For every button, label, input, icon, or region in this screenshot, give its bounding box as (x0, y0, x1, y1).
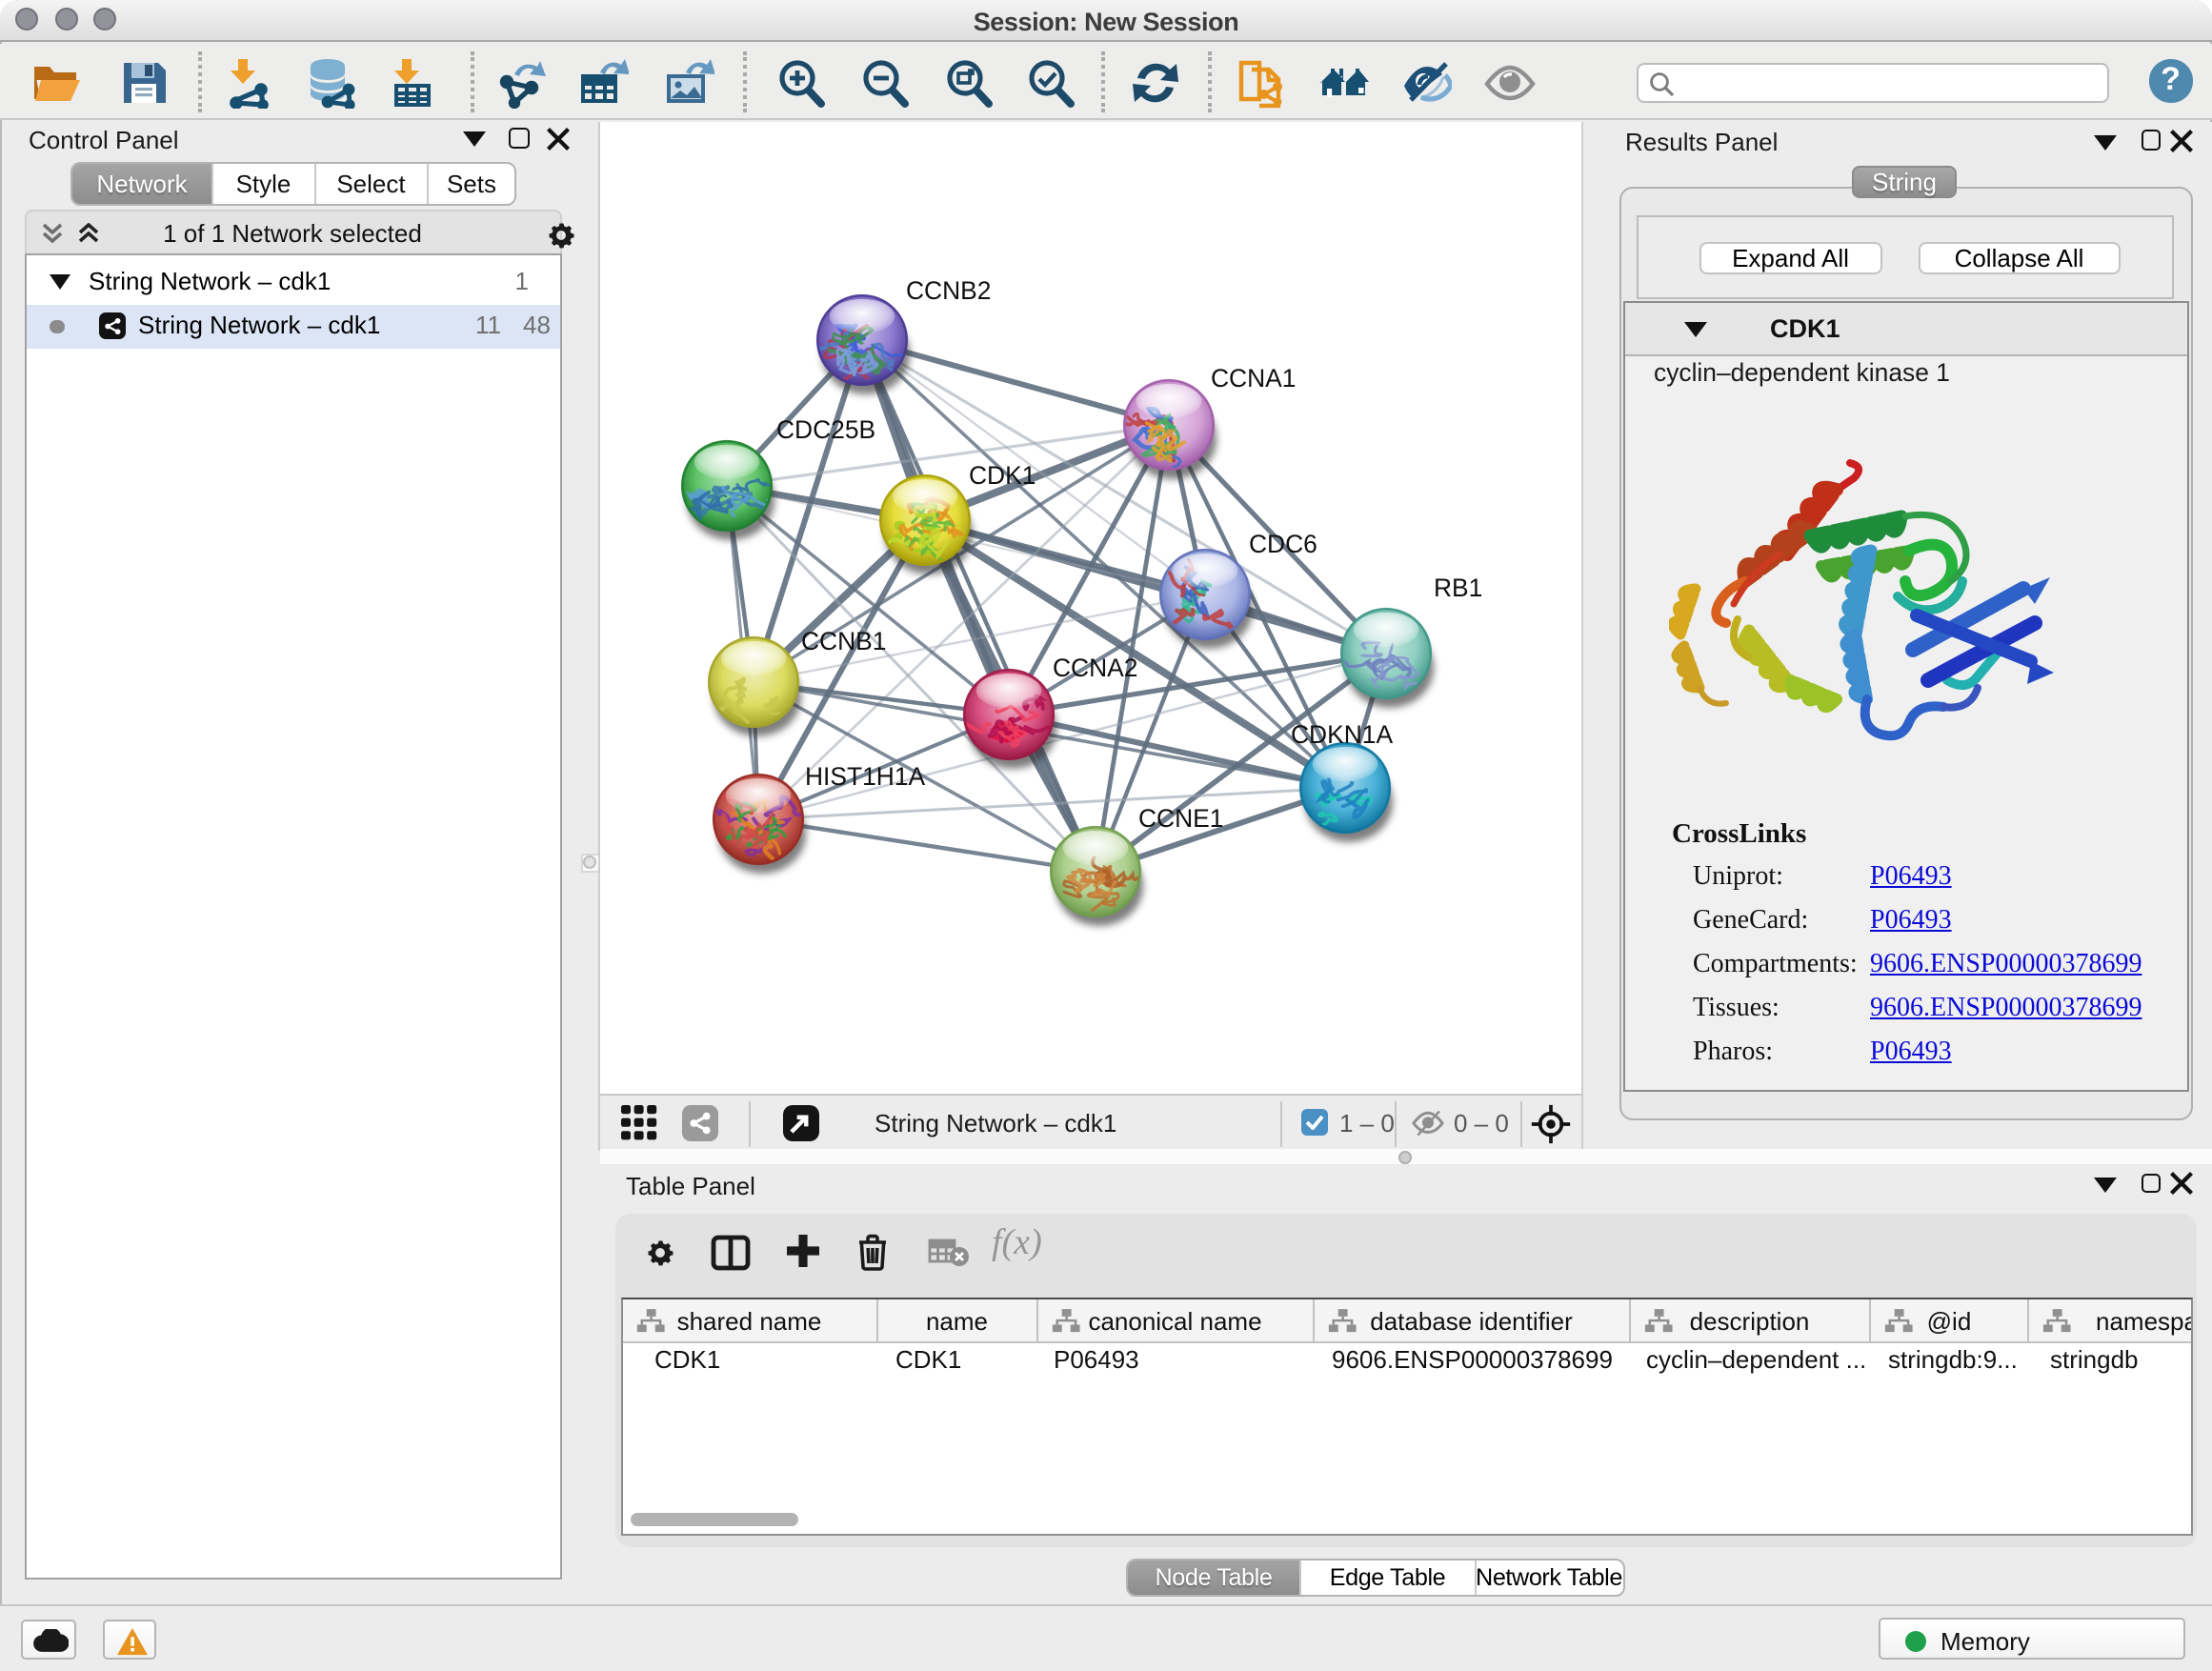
svg-text:CDKN1A: CDKN1A (1290, 720, 1392, 749)
svg-text:CDC6: CDC6 (1248, 530, 1317, 558)
svg-text:CCNA2: CCNA2 (1052, 654, 1136, 682)
svg-text:HIST1H1A: HIST1H1A (804, 762, 925, 791)
svg-text:CDC25B: CDC25B (775, 415, 875, 444)
svg-text:CCNB1: CCNB1 (800, 627, 885, 655)
svg-text:CCNE1: CCNE1 (1137, 804, 1222, 833)
svg-text:RB1: RB1 (1433, 574, 1481, 602)
svg-text:CCNB2: CCNB2 (905, 276, 990, 305)
svg-text:CCNA1: CCNA1 (1210, 364, 1295, 393)
svg-text:CDK1: CDK1 (968, 461, 1035, 490)
